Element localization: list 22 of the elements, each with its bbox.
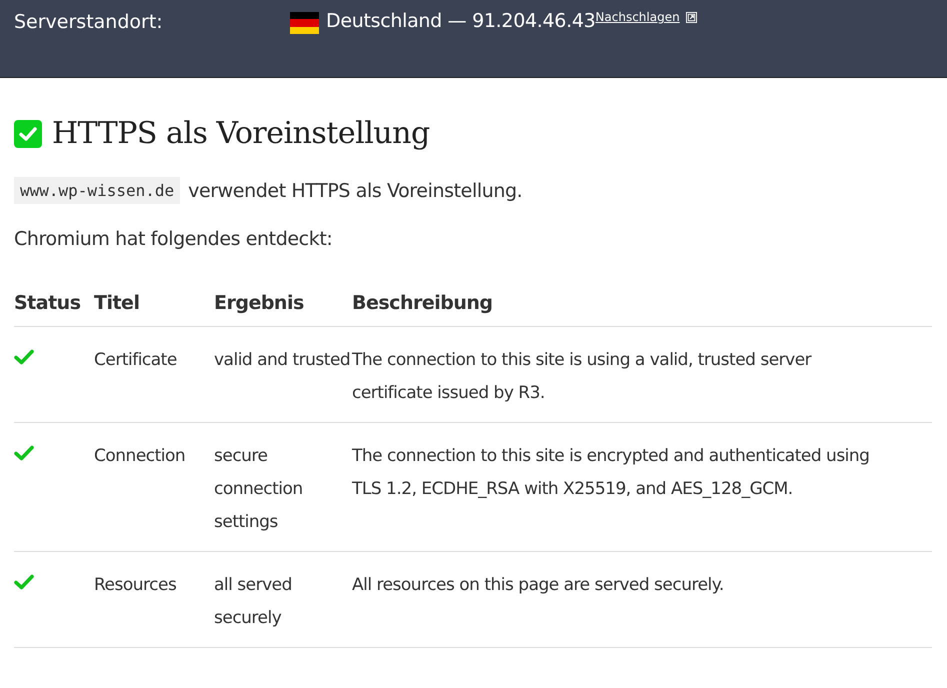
table-cell: all served securely (214, 552, 352, 648)
intro-text: Chromium hat folgendes entdeckt: (14, 228, 334, 250)
server-location-label: Serverstandort: (14, 11, 164, 33)
column-header: Beschreibung (352, 280, 932, 326)
section-title: HTTPS als Voreinstellung (52, 116, 430, 151)
table-cell: valid and trusted (214, 326, 352, 422)
column-header: Ergebnis (214, 280, 352, 326)
column-header: Titel (94, 280, 214, 326)
server-location-value: Deutschland — 91.204.46.43 (326, 10, 596, 32)
table-cell: All resources on this page are served securely. (352, 552, 932, 648)
table-cell: Connection (94, 422, 214, 552)
domain-code: www.wp-wissen.de (14, 177, 180, 204)
column-header: Status (14, 280, 94, 326)
description-text: verwendet HTTPS als Voreinstellung. (188, 180, 522, 202)
table-cell: Certificate (94, 326, 214, 422)
table-cell: The connection to this site is encrypted and authenticated using TLS 1.2, ECDHE_RSA with X25519, and AES_128_GCM. (352, 422, 932, 552)
table-cell: Resources (94, 552, 214, 648)
external-link-icon[interactable] (686, 12, 697, 23)
lookup-link[interactable]: Nachschlagen (595, 10, 680, 24)
germany-flag-icon (290, 12, 319, 34)
table-cell: secure connection settings (214, 422, 352, 552)
table-cell: The connection to this site is using a valid, trusted server certificate issued by R3. (352, 326, 932, 422)
